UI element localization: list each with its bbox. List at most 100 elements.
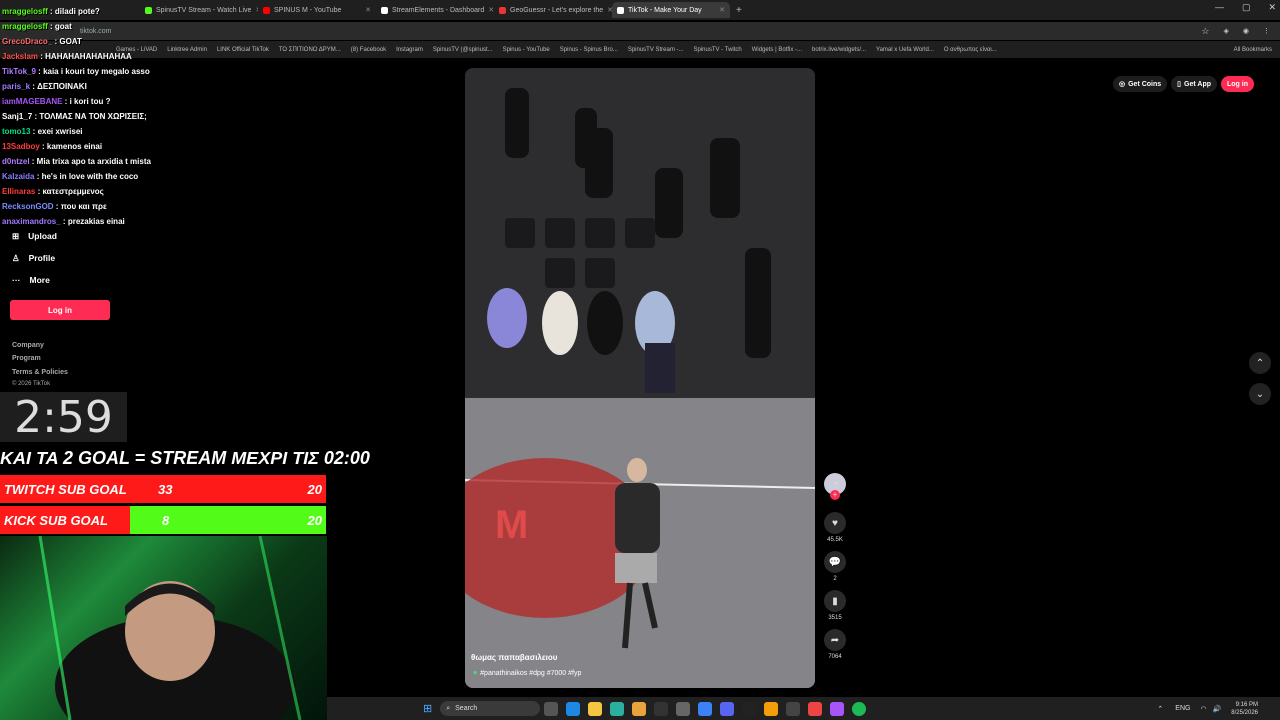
previous-video-button[interactable]: ⌃ [1249,352,1271,374]
chat-username[interactable]: GrecoDraco_ [2,37,52,46]
close-window-icon[interactable]: ✕ [1268,2,1276,13]
save-count: 3515 [828,615,842,621]
chrome-icon[interactable] [632,701,647,716]
footer-link[interactable]: Terms & Policies [12,369,68,376]
next-video-button[interactable]: ⌄ [1249,383,1271,405]
chat-username[interactable]: RecksonGOD [2,202,54,211]
clock[interactable]: 9:16 PM 8/25/2026 [1231,701,1258,717]
close-icon[interactable]: ✕ [365,6,371,14]
bookmark-icon[interactable]: ▮ [824,590,846,612]
all-bookmarks[interactable]: All Bookmarks [1234,47,1272,53]
chat-username[interactable]: iamMAGEBANE [2,97,62,106]
bookmark[interactable]: (8) Facebook [351,47,386,53]
language-indicator[interactable]: ENG [1175,705,1190,712]
heart-icon[interactable]: ♥ [824,512,846,534]
tab-4[interactable]: GeoGuessr - Let's explore the ✕ [494,2,612,18]
spotify-icon[interactable] [852,701,867,716]
chat-text: kaia i kouri toy megalo asso [43,67,150,76]
taskbar-search[interactable]: ⌕ Search [440,701,541,716]
windows-start-icon[interactable]: ⊞ [423,702,432,715]
tiktok-video-player[interactable]: M θωμας παπαβασιλειου ♥ #panathinaikos #d… [465,68,815,688]
footer-link[interactable]: Program [12,355,41,362]
edge-icon[interactable] [566,701,581,716]
minimize-icon[interactable]: — [1215,2,1224,13]
edge-browser-icon[interactable] [610,701,625,716]
tab-label: GeoGuessr - Let's explore the [510,6,604,14]
chat-username[interactable]: d0ntzel [2,157,30,166]
app-icon[interactable] [654,701,669,716]
chat-message: d0ntzel : Mia trixa apo ta arxidia t mis… [2,154,302,169]
chat-text: exei xwrisei [37,127,83,136]
app-icon[interactable] [742,701,757,716]
app-icon[interactable] [830,701,845,716]
chat-separator: : [62,97,70,106]
menu-icon[interactable]: ⋮ [1263,27,1270,35]
chat-message: TikTok_9 : kaia i kouri toy megalo asso [2,64,302,79]
like-action[interactable]: ♥ 45.5K [822,512,848,543]
bookmark[interactable]: Spinus - YouTube [503,47,550,53]
comment-action[interactable]: 💬 2 [822,551,848,582]
file-explorer-icon[interactable] [588,701,603,716]
chat-username[interactable]: mraggelosff [2,22,48,31]
chat-username[interactable]: tomo13 [2,127,30,136]
chat-username[interactable]: Jackslam [2,52,38,61]
app-icon[interactable] [698,701,713,716]
chat-message: Sanj1_7 : ΤΟΛΜΑΣ ΝΑ ΤΟΝ ΧΩΡΙΣΕΙΣ; [2,109,302,124]
countdown-timer: 2:59 [0,392,127,443]
video-caption: ♥ #panathinaikos #dpg #7000 #fyp [473,670,581,677]
video-author[interactable]: θωμας παπαβασιλειου [471,653,557,662]
bookmark[interactable]: SpinusTV - Twitch [694,47,742,53]
caption-text[interactable]: #panathinaikos #dpg #7000 #fyp [480,670,581,677]
time: 9:16 PM [1235,701,1258,708]
tray-chevron-icon[interactable]: ⌃ [1157,705,1163,713]
bookmark[interactable]: SpinusTV (@spinust... [433,47,493,53]
profile-icon[interactable]: ◉ [1243,27,1249,35]
login-button[interactable]: Log in [1221,76,1254,92]
sidebar-item-profile[interactable]: ♙ Profile [0,247,130,269]
windows-taskbar: ⊞ ⌕ Search ⌃ ENG ◠ 🔊 9:16 PM 8/25/2026 [327,697,1280,720]
chat-username[interactable]: 13Sadboy [2,142,40,151]
extensions-icon[interactable]: ◈ [1224,27,1229,35]
task-view-icon[interactable] [544,701,559,716]
sidebar-item-upload[interactable]: ⊞ Upload [0,225,130,247]
app-icon[interactable] [808,701,823,716]
chat-username[interactable]: mraggelosff [2,7,48,16]
app-icon[interactable] [786,701,801,716]
maximize-icon[interactable]: ▢ [1242,2,1251,13]
network-icon[interactable]: ◠ [1200,705,1206,713]
twitch-sub-goal: TWITCH SUB GOAL 33 20 [0,475,326,503]
sidebar-item-more[interactable]: ··· More [0,269,130,291]
discord-icon[interactable] [720,701,735,716]
get-coins-button[interactable]: ◎ Get Coins [1113,76,1168,92]
follow-plus-icon[interactable]: + [830,490,840,500]
close-icon[interactable]: ✕ [719,6,725,14]
bookmark[interactable]: botrix.live/widgets/... [812,47,866,53]
footer-link[interactable]: Company [12,342,44,349]
chat-separator: : [35,67,44,76]
bookmark[interactable]: Yamal x Uefa World... [876,47,934,53]
get-app-button[interactable]: ▯ Get App [1171,76,1217,92]
author-avatar[interactable]: ◔ + [822,473,848,500]
app-icon[interactable] [764,701,779,716]
share-action[interactable]: ➦ 7064 [822,629,848,660]
bookmark[interactable]: Widgets | Botfix -... [752,47,802,53]
tab-3[interactable]: StreamElements - Dashboard ✕ [376,2,494,18]
chat-username[interactable]: paris_k [2,82,30,91]
bookmark[interactable]: Ο ανθρωπος είναι... [944,47,997,53]
new-tab-button[interactable]: + [736,5,742,16]
app-icon[interactable] [676,701,691,716]
bookmark[interactable]: Instagram [396,47,423,53]
chat-username[interactable]: Kalzaida [2,172,34,181]
chat-username[interactable]: Ellinaras [2,187,35,196]
bookmark[interactable]: SpinusTV Stream -... [628,47,684,53]
share-icon[interactable]: ➦ [824,629,846,651]
save-action[interactable]: ▮ 3515 [822,590,848,621]
tab-5[interactable]: TikTok - Make Your Day ✕ [612,2,730,18]
bookmark[interactable]: Spinus - Spinus Bro... [560,47,618,53]
volume-icon[interactable]: 🔊 [1213,705,1222,713]
star-icon[interactable]: ☆ [1201,26,1209,37]
chat-username[interactable]: Sanj1_7 [2,112,32,121]
chat-username[interactable]: TikTok_9 [2,67,36,76]
comment-icon[interactable]: 💬 [824,551,846,573]
sidebar-login-button[interactable]: Log in [10,300,110,320]
